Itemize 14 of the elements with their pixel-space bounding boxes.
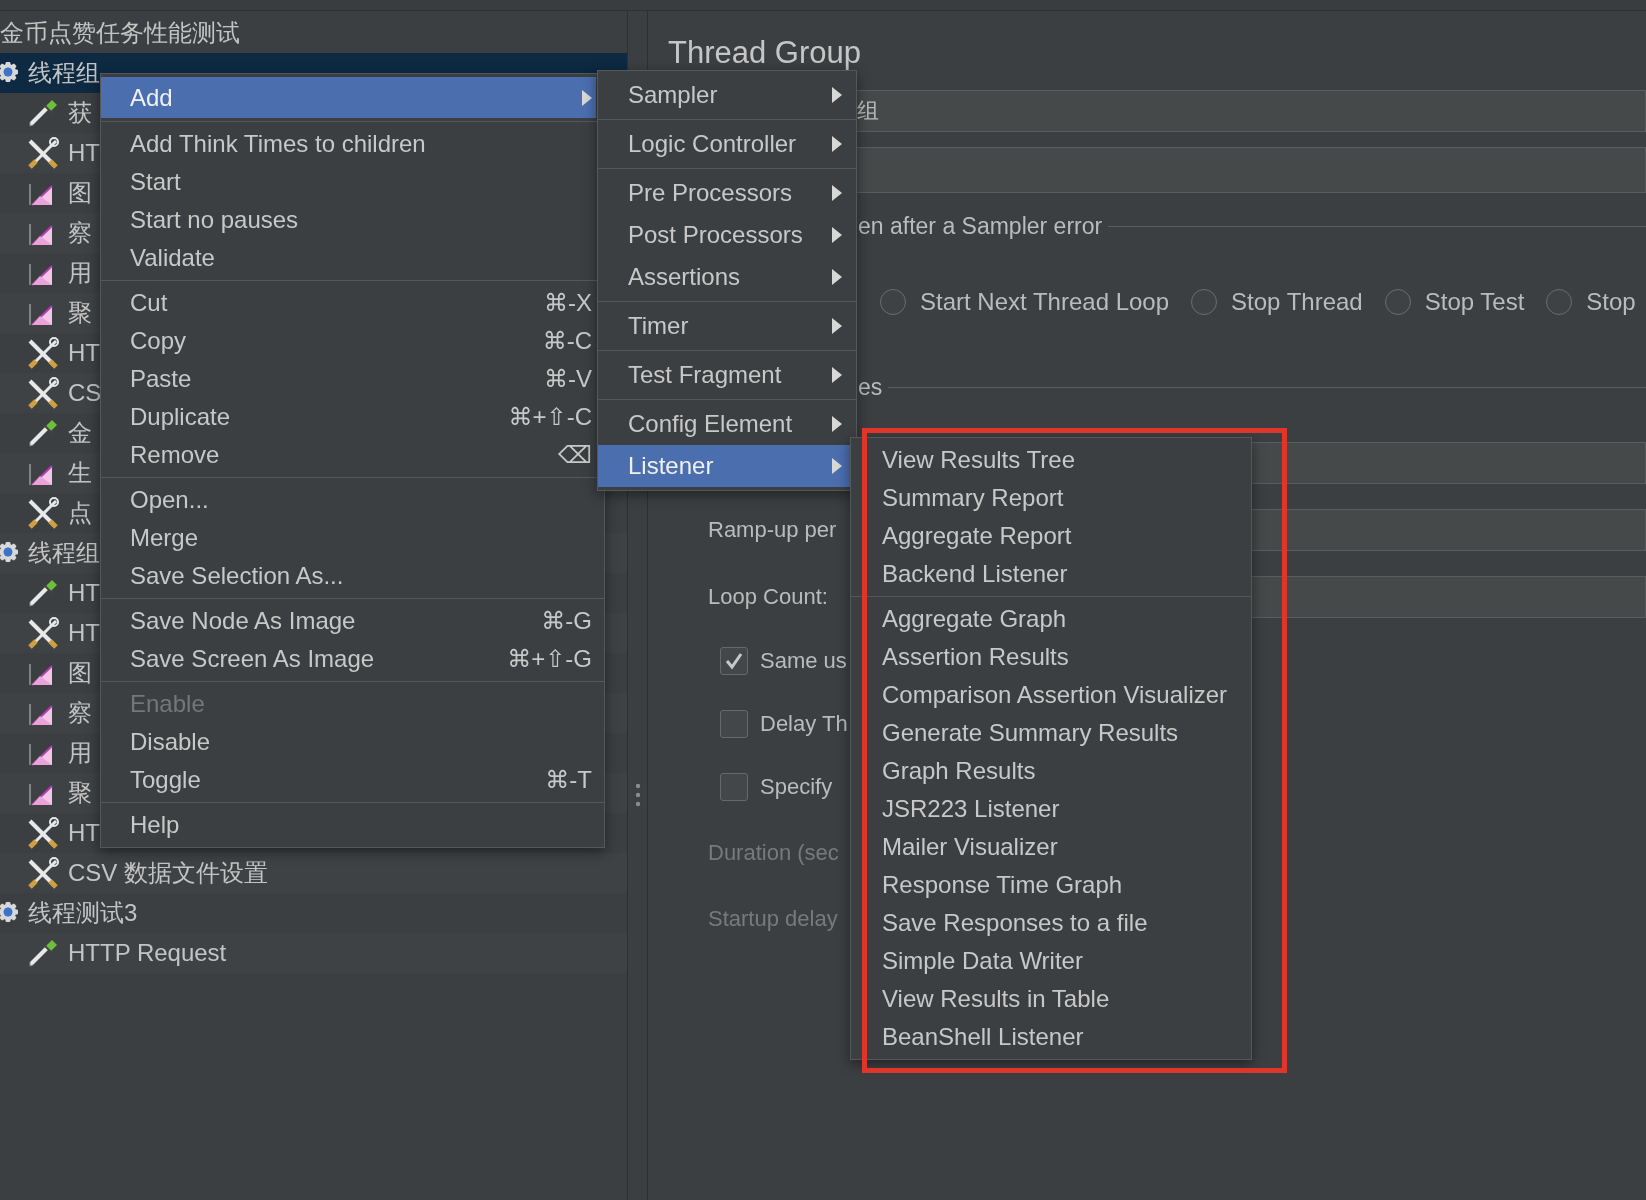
group-legend: en after a Sampler error [858, 212, 1103, 240]
panel-title: Thread Group [668, 34, 862, 72]
field-label: Loop Count: [708, 584, 829, 610]
field-label: Duration (sec [708, 840, 839, 866]
checkbox-label: Specify [760, 774, 833, 800]
radio-label: Stop [1586, 288, 1636, 316]
field-label: Ramp-up per [708, 517, 838, 543]
radio-label: Stop Test [1424, 288, 1525, 316]
radio-label: Stop Thread [1231, 288, 1363, 316]
checkbox-label: Delay Th [760, 711, 848, 737]
group-legend: es [858, 373, 883, 401]
field-label: Startup delay [708, 906, 838, 932]
radio-label: Start Next Thread Loop [920, 288, 1170, 316]
checkbox-label: Same us [760, 648, 847, 674]
